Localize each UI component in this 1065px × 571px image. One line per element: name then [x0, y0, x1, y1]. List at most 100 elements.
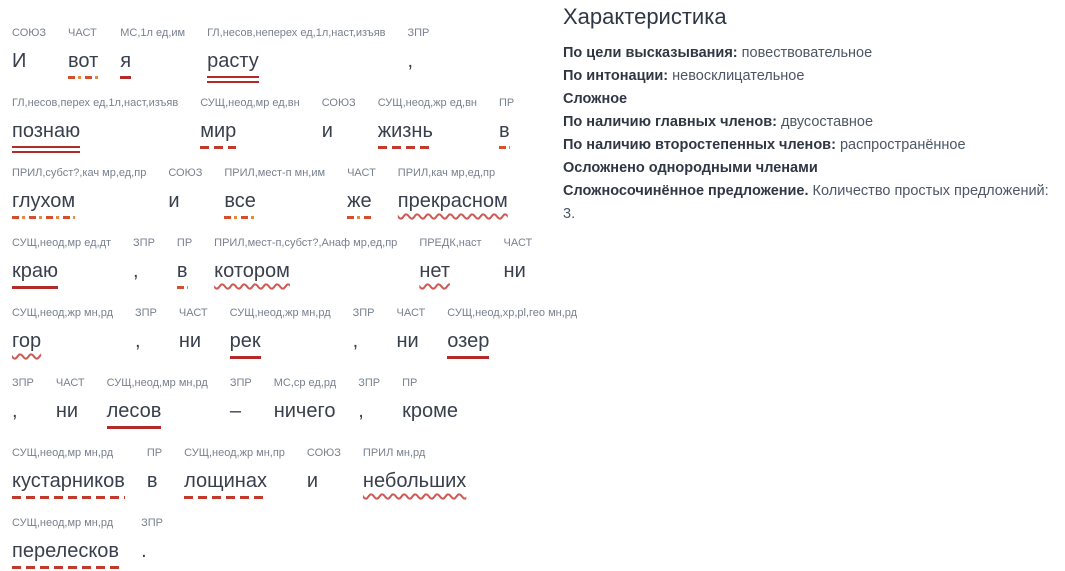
morphology-tag: ЧАСТ: [178, 307, 208, 319]
word[interactable]: .: [141, 538, 147, 564]
word[interactable]: и: [322, 118, 333, 144]
morphology-tag: ЧАСТ: [68, 27, 97, 39]
word[interactable]: мир: [200, 118, 236, 144]
word[interactable]: расту: [207, 48, 259, 74]
word-token: ЧАСТ ни: [397, 306, 426, 354]
word-token: СУЩ,неод,мр мн,рд лесов: [106, 376, 208, 429]
word[interactable]: краю: [12, 258, 58, 284]
underline-dashed: [12, 566, 120, 569]
word-wrap: в: [498, 118, 510, 149]
word[interactable]: озер: [447, 328, 489, 354]
morphology-tag: СУЩ,неод,мр ед,вн: [200, 97, 300, 109]
morphology-tag: МС,ср ед,рд: [273, 377, 337, 389]
word-token: ПРИЛ,мест-п,субст?,Анаф мр,ед,пр котором: [214, 236, 397, 284]
morphology-tag: ЗПР: [12, 377, 34, 389]
word[interactable]: рек: [230, 328, 261, 354]
morphology-tag: ПРИЛ,мест-п мн,им: [224, 167, 326, 179]
word[interactable]: ни: [504, 258, 526, 284]
word[interactable]: котором: [214, 258, 290, 284]
word-wrap: ни: [397, 328, 419, 354]
word-wrap: же: [347, 188, 372, 219]
sentence-row: ПРИЛ,субст?,кач мр,ед,пр глухом СОЮЗ и ПРИЛ,…: [12, 166, 553, 236]
word[interactable]: познаю: [12, 118, 80, 144]
word-wrap: расту: [207, 48, 259, 83]
underline-dashdot: [347, 216, 372, 219]
word[interactable]: ,: [133, 258, 139, 284]
morphology-tag: СУЩ,неод,мр мн,рд: [12, 517, 114, 529]
morphology-tag: ПР: [146, 447, 163, 459]
word[interactable]: ни: [397, 328, 419, 354]
characteristic-value: распространённое: [835, 137, 966, 153]
word[interactable]: все: [224, 188, 256, 214]
morphology-tag: ЧАСТ: [503, 237, 533, 249]
characteristic-value: повествовательное: [737, 45, 873, 61]
word-wrap: глухом: [12, 188, 76, 219]
word[interactable]: лесов: [107, 398, 162, 424]
word[interactable]: ,: [408, 48, 414, 74]
word-wrap: и: [168, 188, 179, 214]
word[interactable]: же: [347, 188, 372, 214]
word[interactable]: кустарников: [12, 468, 125, 494]
word[interactable]: кроме: [402, 398, 458, 424]
word-token: ПР в: [498, 96, 514, 149]
sentence-analysis: СОЮЗ И ЧАСТ вот МС,1л ед,им я ГЛ,несов,неперех…: [0, 0, 577, 571]
word-token: ПРИЛ,субст?,кач мр,ед,пр глухом: [12, 166, 146, 219]
sentence-row: СОЮЗ И ЧАСТ вот МС,1л ед,им я ГЛ,несов,неперех…: [12, 26, 553, 96]
characteristic-label: По наличию второстепенных членов:: [563, 137, 836, 153]
underline-dashdot: [12, 216, 76, 219]
morphology-tag: ПРИЛ мн,рд: [362, 447, 426, 459]
morphology-tag: СОЮЗ: [12, 27, 47, 39]
characteristic-label: Сложносочинённое предложение.: [563, 183, 809, 199]
morphology-tag: ГЛ,несов,неперех ед,1л,наст,изъяв: [207, 27, 386, 39]
word-wrap: ничего: [274, 398, 336, 424]
word-wrap: ,: [133, 258, 139, 284]
word[interactable]: в: [499, 118, 510, 144]
word[interactable]: вот: [68, 48, 98, 74]
word[interactable]: глухом: [12, 188, 75, 214]
word[interactable]: ни: [56, 398, 78, 424]
word-token: ГЛ,несов,неперех ед,1л,наст,изъяв расту: [207, 26, 386, 83]
word-wrap: прекрасном: [398, 188, 508, 214]
word[interactable]: ,: [353, 328, 359, 354]
word[interactable]: ,: [358, 398, 364, 424]
word-token: ЧАСТ же: [347, 166, 376, 219]
word-wrap: кроме: [402, 398, 458, 424]
word[interactable]: ,: [12, 398, 18, 424]
word[interactable]: перелесков: [12, 538, 119, 564]
word[interactable]: –: [230, 398, 241, 424]
word[interactable]: небольших: [363, 468, 466, 494]
underline-dashed: [12, 496, 125, 499]
word-token: ЗПР.: [141, 516, 163, 564]
word[interactable]: ни: [179, 328, 201, 354]
word-wrap: лесов: [106, 398, 162, 429]
word[interactable]: жизнь: [378, 118, 433, 144]
morphology-tag: ПРИЛ,кач мр,ед,пр: [397, 167, 496, 179]
underline-dashed: [184, 496, 267, 499]
word[interactable]: нет: [419, 258, 450, 284]
word[interactable]: гор: [12, 328, 41, 354]
word[interactable]: ничего: [274, 398, 336, 424]
word-wrap: жизнь: [377, 118, 433, 149]
word[interactable]: прекрасном: [398, 188, 508, 214]
word[interactable]: и: [307, 468, 318, 494]
word-token: МС,ср ед,рд ничего: [274, 376, 336, 424]
word[interactable]: ,: [135, 328, 141, 354]
characteristic-label: Сложное: [563, 91, 628, 107]
sentence-row: СУЩ,неод,мр мн,рд кустарников ПР в СУЩ,неод,…: [12, 446, 553, 516]
word[interactable]: и: [168, 188, 179, 214]
word-wrap: –: [230, 398, 241, 424]
word-wrap: ,: [135, 328, 141, 354]
word-wrap: все: [224, 188, 256, 219]
word-token: ПРЕДК,наст нет: [419, 236, 481, 284]
characteristics-list: По цели высказывания: повествовательное П…: [563, 42, 1055, 226]
word[interactable]: в: [177, 258, 188, 284]
morphology-tag: ЗПР: [133, 237, 155, 249]
word[interactable]: И: [12, 48, 26, 74]
word[interactable]: я: [120, 48, 131, 74]
sentence-row: СУЩ,неод,мр мн,рд перелесков ЗПР.: [12, 516, 553, 571]
word-wrap: ,: [408, 48, 414, 74]
word[interactable]: в: [147, 468, 158, 494]
sentence-row: СУЩ,неод,мр ед,дт краю ЗПР, ПР в ПРИЛ,мест-п,…: [12, 236, 553, 306]
word[interactable]: лощинах: [184, 468, 267, 494]
sentence-row: ЗПР, ЧАСТ ни СУЩ,неод,мр мн,рд лесов ЗПР – МС,с…: [12, 376, 553, 446]
